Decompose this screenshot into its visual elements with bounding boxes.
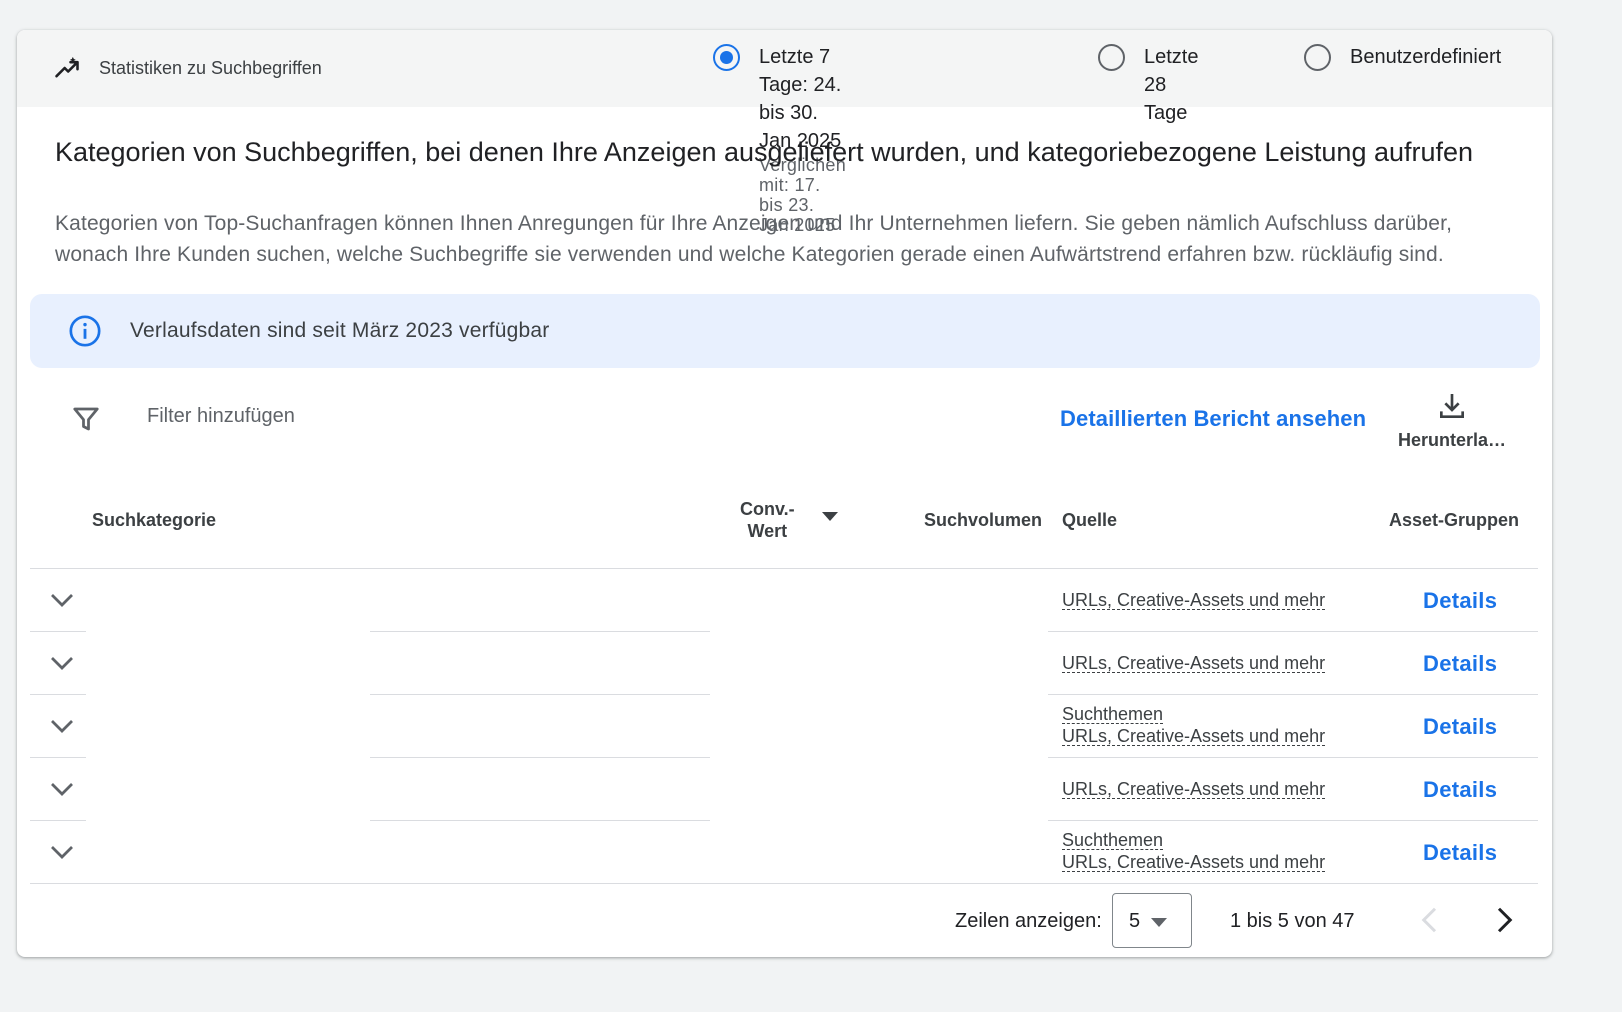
chevron-down-icon[interactable] bbox=[47, 648, 77, 678]
radio-last-28-days[interactable]: Letzte 28 Tage bbox=[1098, 43, 1198, 127]
card-header: Statistiken zu Suchbegriffen Letzte 7 Ta… bbox=[17, 30, 1552, 235]
conv-header-line2: Wert bbox=[747, 521, 788, 541]
chevron-right-icon[interactable] bbox=[1489, 903, 1519, 937]
rows-per-page-value: 5 bbox=[1129, 910, 1141, 932]
source-cell: URLs, Creative-Assets und mehr bbox=[1062, 652, 1326, 674]
download-button[interactable]: Herunterla… bbox=[1397, 390, 1507, 451]
source-link[interactable]: URLs, Creative-Assets und mehr bbox=[1062, 853, 1326, 872]
table-row: URLs, Creative-Assets und mehr Details bbox=[30, 632, 1538, 695]
source-link[interactable]: URLs, Creative-Assets und mehr bbox=[1062, 654, 1326, 673]
radio-button[interactable] bbox=[1098, 44, 1125, 71]
table-row: URLs, Creative-Assets und mehr Details bbox=[30, 569, 1538, 632]
source-cell: URLs, Creative-Assets und mehr bbox=[1062, 589, 1326, 611]
chevron-left-icon[interactable] bbox=[1415, 903, 1445, 937]
radio-button-checked[interactable] bbox=[713, 44, 740, 71]
radio-label: Benutzerdefiniert bbox=[1350, 46, 1502, 68]
rows-per-page-label: Zeilen anzeigen: bbox=[955, 910, 1102, 932]
column-header-asset-groups: Asset-Gruppen bbox=[1389, 510, 1520, 530]
radio-custom[interactable]: Benutzerdefiniert bbox=[1304, 43, 1501, 71]
trending-icon bbox=[55, 56, 79, 78]
filter-input[interactable] bbox=[147, 405, 547, 428]
dropdown-arrow-icon bbox=[1151, 918, 1167, 927]
chevron-down-icon[interactable] bbox=[47, 837, 77, 867]
download-label: Herunterla… bbox=[1397, 430, 1507, 450]
source-cell: Suchthemen URLs, Creative-Assets und meh… bbox=[1062, 703, 1326, 747]
detailed-report-link[interactable]: Detaillierten Bericht ansehen bbox=[1060, 406, 1366, 432]
search-insights-card: Statistiken zu Suchbegriffen Letzte 7 Ta… bbox=[17, 30, 1552, 957]
table-row: Suchthemen URLs, Creative-Assets und meh… bbox=[30, 695, 1538, 758]
details-link[interactable]: Details bbox=[1423, 651, 1497, 677]
column-header-category[interactable]: Suchkategorie bbox=[92, 510, 216, 531]
download-icon bbox=[1440, 394, 1464, 418]
source-link[interactable]: URLs, Creative-Assets und mehr bbox=[1062, 780, 1326, 799]
table-row: URLs, Creative-Assets und mehr Details bbox=[30, 758, 1538, 821]
chevron-down-icon[interactable] bbox=[47, 585, 77, 615]
table-header: Suchkategorie Conv.- Wert Suchvolumen Qu… bbox=[30, 482, 1538, 569]
info-banner: Verlaufsdaten sind seit März 2023 verfüg… bbox=[30, 294, 1540, 368]
sort-descending-icon bbox=[822, 512, 838, 521]
details-link[interactable]: Details bbox=[1423, 840, 1497, 866]
info-banner-text: Verlaufsdaten sind seit März 2023 verfüg… bbox=[130, 319, 550, 342]
header-title: Statistiken zu Suchbegriffen bbox=[53, 54, 322, 82]
source-cell: Suchthemen URLs, Creative-Assets und meh… bbox=[1062, 829, 1326, 873]
details-link[interactable]: Details bbox=[1423, 777, 1497, 803]
conv-header-line1: Conv.- bbox=[740, 499, 795, 519]
radio-label: Letzte 28 Tage bbox=[1144, 46, 1199, 124]
column-header-conv-value[interactable]: Conv.- Wert bbox=[740, 498, 838, 542]
chevron-down-icon[interactable] bbox=[47, 711, 77, 741]
source-link[interactable]: URLs, Creative-Assets und mehr bbox=[1062, 591, 1326, 610]
source-cell: URLs, Creative-Assets und mehr bbox=[1062, 778, 1326, 800]
header-title-text: Statistiken zu Suchbegriffen bbox=[99, 57, 322, 78]
table-row: Suchthemen URLs, Creative-Assets und meh… bbox=[30, 821, 1538, 884]
details-link[interactable]: Details bbox=[1423, 714, 1497, 740]
rows-per-page-select[interactable]: 5 bbox=[1112, 893, 1192, 948]
pagination-bar: Zeilen anzeigen: 5 1 bis 5 von 47 bbox=[17, 885, 1552, 955]
chevron-down-icon[interactable] bbox=[47, 774, 77, 804]
filter-icon[interactable] bbox=[71, 404, 101, 439]
table-body: URLs, Creative-Assets und mehr Details U… bbox=[30, 569, 1538, 884]
source-link[interactable]: Suchthemen bbox=[1062, 831, 1164, 850]
page-description: Kategorien von Top-Suchanfragen können I… bbox=[55, 212, 1453, 266]
pagination-range: 1 bis 5 von 47 bbox=[1230, 910, 1355, 932]
table-toolbar: Detaillierten Bericht ansehen Herunterla… bbox=[17, 390, 1552, 480]
info-icon bbox=[68, 314, 102, 348]
source-link[interactable]: URLs, Creative-Assets und mehr bbox=[1062, 727, 1326, 746]
source-link[interactable]: Suchthemen bbox=[1062, 705, 1164, 724]
page-title: Kategorien von Suchbegriffen, bei denen … bbox=[55, 137, 1474, 167]
details-link[interactable]: Details bbox=[1423, 588, 1497, 614]
radio-button[interactable] bbox=[1304, 44, 1331, 71]
column-header-volume[interactable]: Suchvolumen bbox=[924, 510, 1042, 531]
column-header-source: Quelle bbox=[1062, 510, 1118, 530]
